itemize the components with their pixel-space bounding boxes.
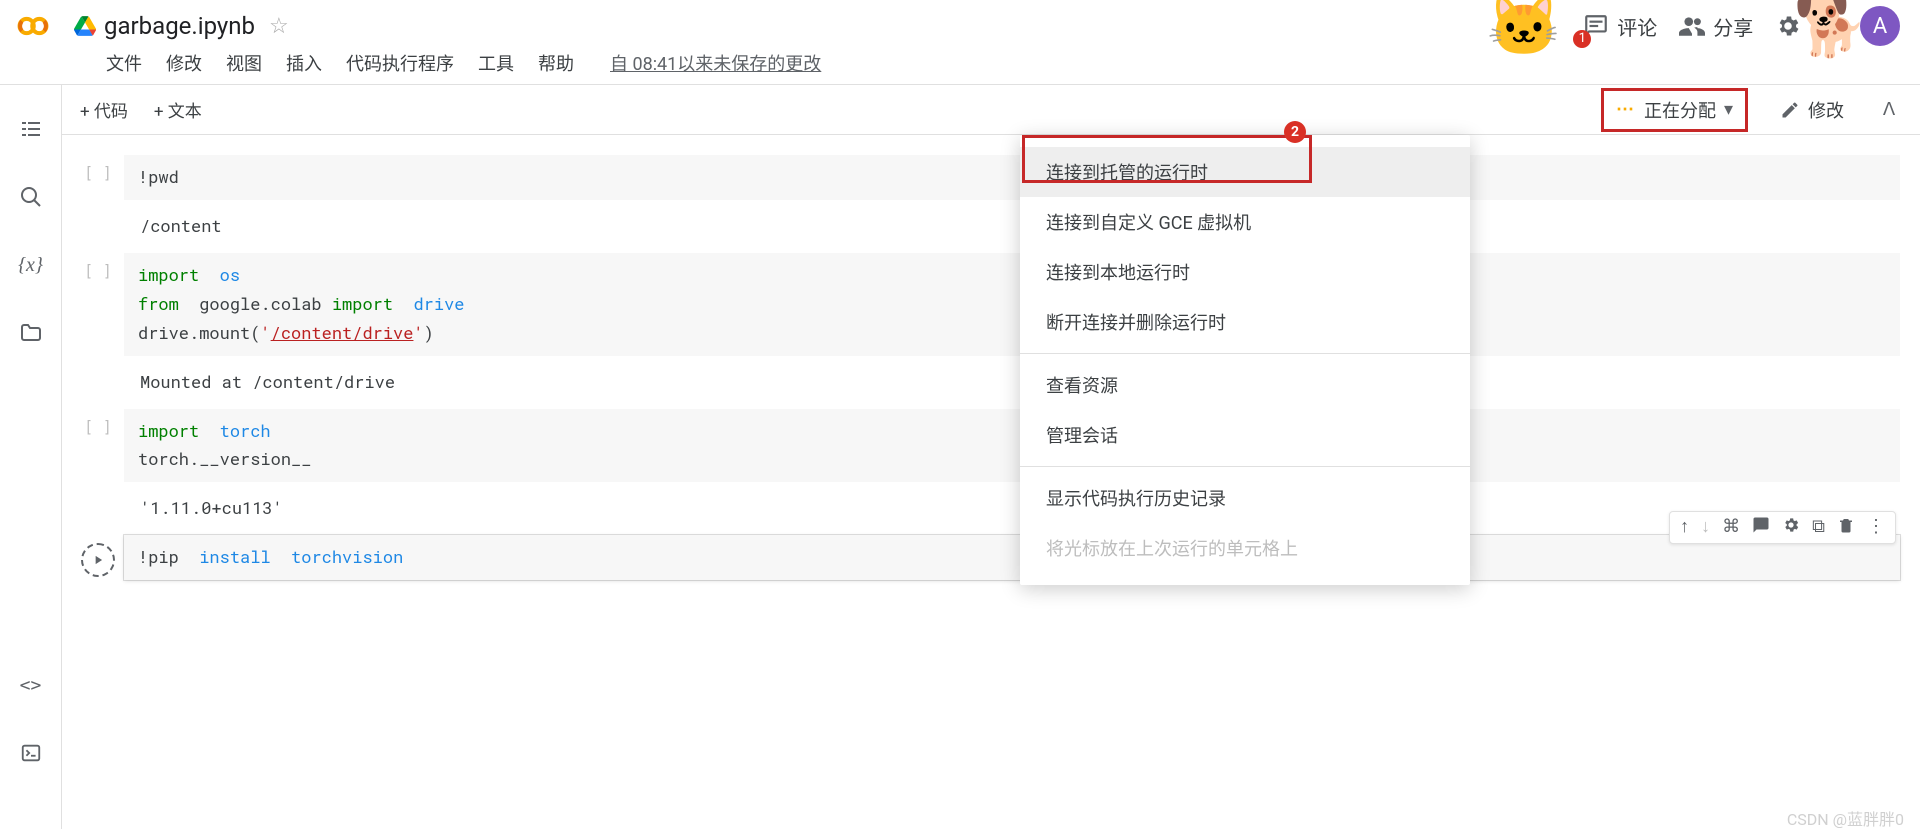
menu-tools[interactable]: 工具 <box>478 50 514 76</box>
menu-insert[interactable]: 插入 <box>286 50 322 76</box>
left-sidebar: {x} <> <box>0 85 62 829</box>
annotation-circle-2: 2 <box>1284 121 1306 143</box>
more-icon[interactable]: ⋮ <box>1867 516 1885 539</box>
menu-runtime[interactable]: 代码执行程序 <box>346 50 454 76</box>
code-snippets-icon[interactable]: <> <box>19 673 43 697</box>
last-save-status[interactable]: 自 08:41以来未保存的更改 <box>610 50 821 76</box>
cell-gear-icon[interactable] <box>1782 516 1800 539</box>
dd-hosted-runtime[interactable]: 连接到托管的运行时 <box>1020 147 1470 197</box>
dd-goto-last-cell: 将光标放在上次运行的单元格上 <box>1020 523 1470 573</box>
notebook-content: + 代码 + 文本 ⋯ 正在分配 ▾ 修改 ᐱ 连接到托管的运行时 连接到自定义… <box>62 85 1920 829</box>
menu-file[interactable]: 文件 <box>106 50 142 76</box>
code-editor[interactable]: import os from google.colab import drive… <box>124 253 1900 356</box>
code-editor[interactable]: import torch torch.__version__ <box>124 409 1900 483</box>
code-cell-2[interactable]: [ ] import os from google.colab import d… <box>72 253 1900 399</box>
edit-toolbar-button[interactable]: 修改 <box>1772 93 1852 127</box>
run-indicator[interactable]: [ ] <box>72 409 124 526</box>
runtime-dropdown: 连接到托管的运行时 连接到自定义 GCE 虚拟机 连接到本地运行时 断开连接并删… <box>1020 135 1470 585</box>
delete-icon[interactable] <box>1837 516 1855 539</box>
edit-label: 修改 <box>1808 97 1844 123</box>
chevron-down-icon: ▾ <box>1724 99 1733 120</box>
cell-output: '1.11.0+cu113' <box>124 482 1900 525</box>
dd-exec-history[interactable]: 显示代码执行历史记录 <box>1020 473 1470 523</box>
code-cell-3[interactable]: [ ] import torch torch.__version__ '1.11… <box>72 409 1900 526</box>
menu-edit[interactable]: 修改 <box>166 50 202 76</box>
run-button[interactable] <box>72 535 124 580</box>
star-icon[interactable]: ☆ <box>269 14 289 39</box>
mirror-icon[interactable]: ⧉ <box>1812 516 1825 539</box>
pencil-icon <box>1780 100 1800 120</box>
collapse-toolbar-button[interactable]: ᐱ <box>1876 99 1902 120</box>
toc-icon[interactable] <box>19 117 43 141</box>
run-indicator[interactable]: [ ] <box>72 155 124 243</box>
annotation-circle-1: 1 <box>1573 30 1591 48</box>
document-title[interactable]: garbage.ipynb <box>104 12 255 40</box>
dd-disconnect[interactable]: 断开连接并删除运行时 <box>1020 297 1470 347</box>
watermark: CSDN @蓝胖胖0 <box>1787 806 1904 830</box>
cell-output: Mounted at /content/drive <box>124 356 1900 399</box>
add-code-button[interactable]: + 代码 <box>80 97 128 122</box>
code-editor[interactable]: !pip install torchvision <box>124 535 1900 580</box>
comment-button[interactable]: 评论 1 <box>1583 12 1657 41</box>
move-up-icon[interactable]: ↑ <box>1680 516 1689 539</box>
code-cell-1[interactable]: [ ] !pwd /content <box>72 155 1900 243</box>
comment-label: 评论 <box>1617 12 1657 41</box>
link-icon[interactable]: ⌘ <box>1722 516 1740 539</box>
add-text-button[interactable]: + 文本 <box>154 97 202 122</box>
menu-help[interactable]: 帮助 <box>538 50 574 76</box>
menu-view[interactable]: 视图 <box>226 50 262 76</box>
run-indicator[interactable]: [ ] <box>72 253 124 399</box>
header-bar: garbage.ipynb ☆ 🐱 评论 1 分享 🐕 A <box>0 0 1920 44</box>
colab-logo-icon <box>14 7 52 45</box>
account-avatar[interactable]: A <box>1860 6 1900 46</box>
cell-output: /content <box>124 200 1900 243</box>
notebook-toolbar: + 代码 + 文本 ⋯ 正在分配 ▾ 修改 ᐱ <box>62 85 1920 135</box>
code-editor[interactable]: !pwd <box>124 155 1900 200</box>
dd-local-runtime[interactable]: 连接到本地运行时 <box>1020 247 1470 297</box>
dd-manage-sessions[interactable]: 管理会话 <box>1020 410 1470 460</box>
spinner-icon: ⋯ <box>1616 99 1636 120</box>
code-cell-4[interactable]: ↑ ↓ ⌘ ⧉ ⋮ !pip install torchvision <box>72 535 1900 580</box>
dd-view-resources[interactable]: 查看资源 <box>1020 360 1470 410</box>
cell-toolbar: ↑ ↓ ⌘ ⧉ ⋮ <box>1669 511 1896 544</box>
share-icon <box>1679 13 1705 39</box>
connect-button[interactable]: ⋯ 正在分配 ▾ <box>1601 88 1748 132</box>
dog-mascot-icon: 🐕 <box>1793 0 1868 56</box>
files-icon[interactable] <box>19 321 43 345</box>
drive-icon <box>74 15 96 37</box>
move-down-icon[interactable]: ↓ <box>1701 516 1710 539</box>
share-label: 分享 <box>1713 12 1753 41</box>
variables-icon[interactable]: {x} <box>19 253 43 277</box>
connect-status-label: 正在分配 <box>1644 97 1716 123</box>
share-button[interactable]: 分享 <box>1679 12 1753 41</box>
dd-custom-gce[interactable]: 连接到自定义 GCE 虚拟机 <box>1020 197 1470 247</box>
cat-mascot-icon: 🐱 <box>1487 0 1562 56</box>
search-icon[interactable] <box>19 185 43 209</box>
terminal-icon[interactable] <box>19 741 43 765</box>
comment-cell-icon[interactable] <box>1752 516 1770 539</box>
